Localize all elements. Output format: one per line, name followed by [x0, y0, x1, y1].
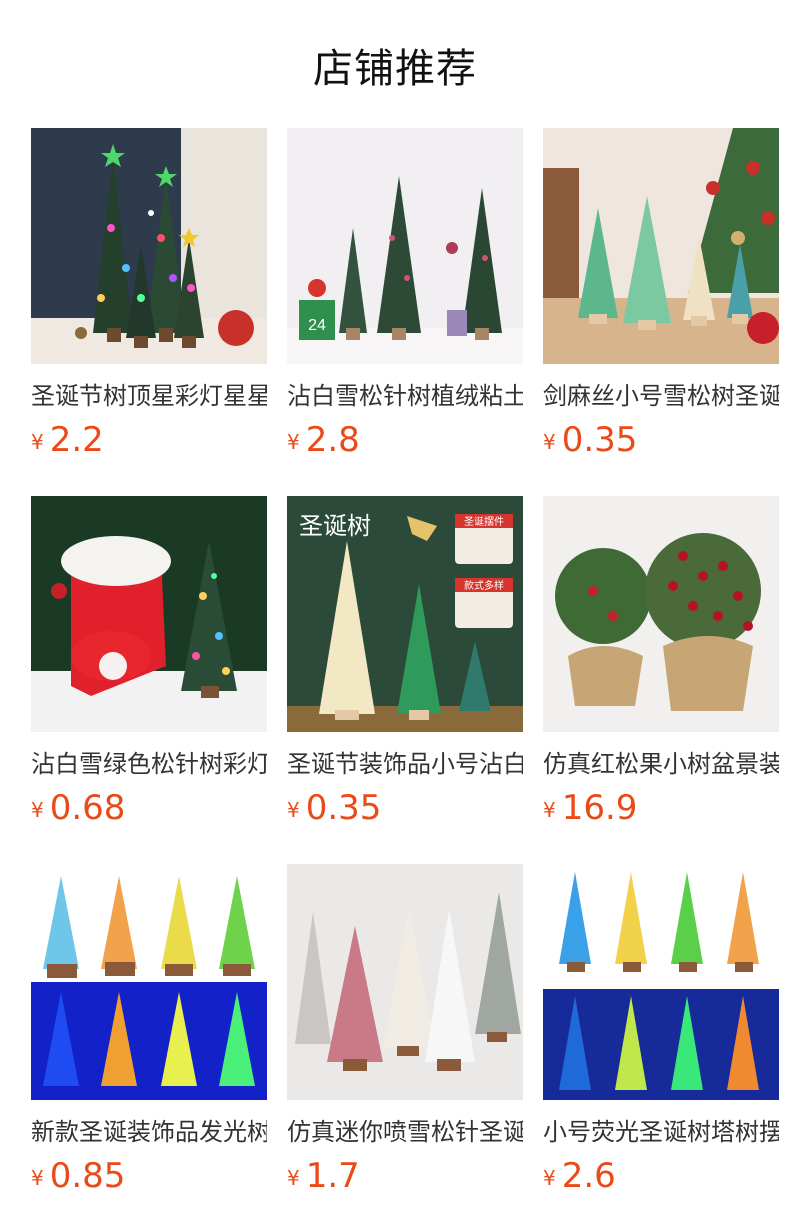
product-card[interactable]: 剑麻丝小号雪松树圣诞 ¥0.35: [543, 128, 779, 466]
currency-symbol: ¥: [287, 798, 300, 822]
banner-title-text: 圣诞树: [299, 512, 371, 540]
product-card[interactable]: 小号荧光圣诞树塔树摆 ¥2.6: [543, 864, 779, 1202]
product-image[interactable]: [543, 128, 779, 364]
product-image[interactable]: [543, 496, 779, 732]
currency-symbol: ¥: [31, 430, 44, 454]
product-card[interactable]: 仿真红松果小树盆景装 ¥16.9: [543, 496, 779, 834]
product-price: ¥2.8: [287, 420, 523, 466]
price-amount: 16.9: [561, 788, 638, 828]
price-amount: 0.85: [49, 1156, 126, 1196]
price-amount: 1.7: [305, 1156, 360, 1196]
product-price: ¥2.6: [543, 1156, 779, 1202]
product-name[interactable]: 圣诞节装饰品小号沾白: [287, 748, 523, 780]
price-amount: 2.6: [561, 1156, 616, 1196]
currency-symbol: ¥: [287, 1166, 300, 1190]
product-card[interactable]: 仿真迷你喷雪松针圣诞 ¥1.7: [287, 864, 523, 1202]
product-image[interactable]: [31, 496, 267, 732]
price-amount: 0.68: [49, 788, 126, 828]
product-card[interactable]: 圣诞节树顶星彩灯星星 ¥2.2: [31, 128, 267, 466]
price-amount: 0.35: [561, 420, 638, 460]
product-name[interactable]: 仿真迷你喷雪松针圣诞: [287, 1116, 523, 1148]
currency-symbol: ¥: [543, 798, 556, 822]
product-price: ¥1.7: [287, 1156, 523, 1202]
calendar-day-text: 24: [308, 317, 326, 334]
product-price: ¥0.85: [31, 1156, 267, 1202]
product-price: ¥2.2: [31, 420, 267, 466]
product-card[interactable]: 圣诞树 圣诞摆件 款式多样 圣诞节装饰品小号沾白 ¥0.35: [287, 496, 523, 834]
currency-symbol: ¥: [543, 430, 556, 454]
currency-symbol: ¥: [543, 1166, 556, 1190]
product-name[interactable]: 仿真红松果小树盆景装: [543, 748, 779, 780]
product-name[interactable]: 圣诞节树顶星彩灯星星: [31, 380, 267, 412]
product-name[interactable]: 剑麻丝小号雪松树圣诞: [543, 380, 779, 412]
product-name[interactable]: 新款圣诞装饰品发光树: [31, 1116, 267, 1148]
product-price: ¥0.68: [31, 788, 267, 834]
product-image[interactable]: 圣诞树 圣诞摆件 款式多样: [287, 496, 523, 732]
product-card[interactable]: 新款圣诞装饰品发光树 ¥0.85: [31, 864, 267, 1202]
product-price: ¥0.35: [287, 788, 523, 834]
product-name[interactable]: 小号荧光圣诞树塔树摆: [543, 1116, 779, 1148]
product-price: ¥16.9: [543, 788, 779, 834]
badge-top-text: 圣诞摆件: [464, 515, 504, 528]
price-amount: 2.2: [49, 420, 104, 460]
product-image[interactable]: [31, 864, 267, 1100]
product-price: ¥0.35: [543, 420, 779, 466]
product-image[interactable]: [287, 864, 523, 1100]
currency-symbol: ¥: [31, 1166, 44, 1190]
badge-bottom-text: 款式多样: [464, 579, 504, 592]
page-title: 店铺推荐: [313, 46, 477, 92]
product-card[interactable]: 沾白雪绿色松针树彩灯 ¥0.68: [31, 496, 267, 834]
price-amount: 2.8: [305, 420, 360, 460]
product-image[interactable]: [543, 864, 779, 1100]
product-name[interactable]: 沾白雪绿色松针树彩灯: [31, 748, 267, 780]
product-image[interactable]: 24: [287, 128, 523, 364]
currency-symbol: ¥: [287, 430, 300, 454]
product-card[interactable]: 24 沾白雪松针树植绒粘土 ¥2.8: [287, 128, 523, 466]
product-image[interactable]: [31, 128, 267, 364]
product-name[interactable]: 沾白雪松针树植绒粘土: [287, 380, 523, 412]
price-amount: 0.35: [305, 788, 382, 828]
currency-symbol: ¥: [31, 798, 44, 822]
